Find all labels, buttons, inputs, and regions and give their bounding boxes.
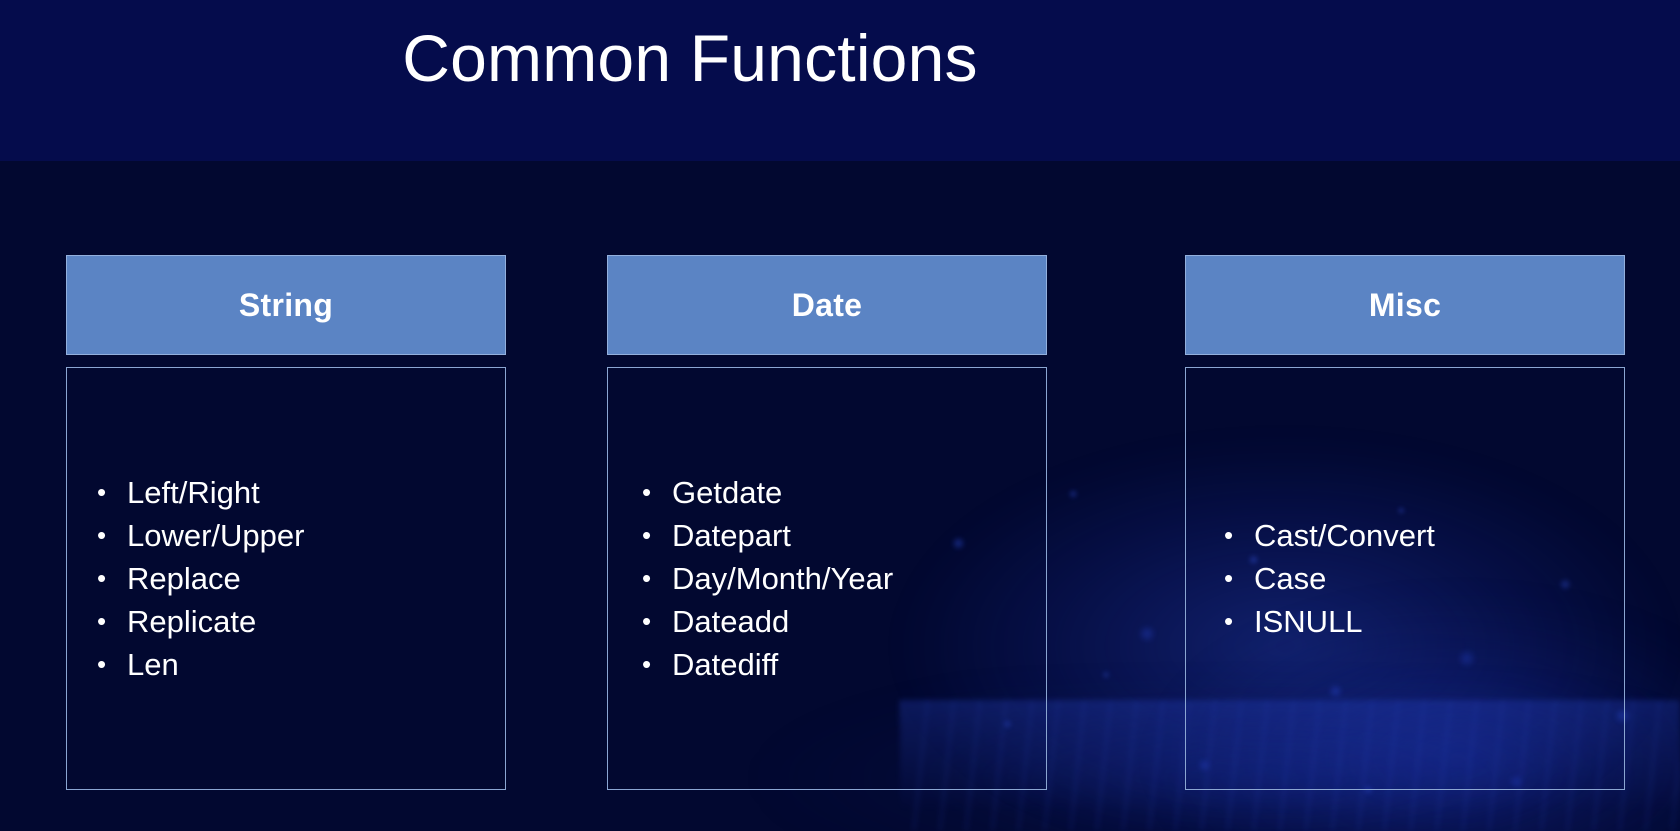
list-item-label: Replicate (127, 604, 257, 639)
column-header-string: String (66, 255, 506, 355)
list-item-label: Dateadd (672, 604, 790, 639)
list-item-label: Getdate (672, 475, 783, 510)
list-item-label: Len (127, 647, 179, 682)
list-item: • Datediff (626, 643, 1046, 686)
slide: Common Functions String • Left/Right • Low… (0, 0, 1680, 831)
bullet-icon: • (97, 606, 107, 636)
column-header-misc: Misc (1185, 255, 1625, 355)
bullet-icon: • (1224, 563, 1234, 593)
function-list-misc: • Cast/Convert • Case • ISNULL (1208, 514, 1624, 643)
title-band: Common Functions (0, 0, 1680, 161)
list-item: • Day/Month/Year (626, 557, 1046, 600)
list-item: • Getdate (626, 471, 1046, 514)
bullet-icon: • (642, 520, 652, 550)
list-item: • Case (1208, 557, 1624, 600)
list-item: • Left/Right (81, 471, 505, 514)
page-title: Common Functions (402, 21, 978, 95)
bullet-icon: • (97, 563, 107, 593)
column-header-date: Date (607, 255, 1047, 355)
bullet-icon: • (1224, 520, 1234, 550)
list-item: • Lower/Upper (81, 514, 505, 557)
list-item: • Len (81, 643, 505, 686)
list-item-label: ISNULL (1254, 604, 1363, 639)
list-item: • Replicate (81, 600, 505, 643)
list-item-label: Replace (127, 561, 241, 596)
bullet-icon: • (642, 606, 652, 636)
list-item-label: Datediff (672, 647, 779, 682)
list-item-label: Datepart (672, 518, 791, 553)
bullet-icon: • (97, 520, 107, 550)
list-item-label: Lower/Upper (127, 518, 305, 553)
bullet-icon: • (1224, 606, 1234, 636)
list-item: • ISNULL (1208, 600, 1624, 643)
column-body-string: • Left/Right • Lower/Upper • Replace • Repli… (66, 367, 506, 790)
list-item: • Datepart (626, 514, 1046, 557)
bullet-icon: • (642, 563, 652, 593)
list-item: • Replace (81, 557, 505, 600)
list-item: • Cast/Convert (1208, 514, 1624, 557)
bullet-icon: • (97, 477, 107, 507)
list-item-label: Cast/Convert (1254, 518, 1435, 553)
column-body-misc: • Cast/Convert • Case • ISNULL (1185, 367, 1625, 790)
bullet-icon: • (642, 649, 652, 679)
bullet-icon: • (642, 477, 652, 507)
list-item: • Dateadd (626, 600, 1046, 643)
list-item-label: Day/Month/Year (672, 561, 894, 596)
column-date: Date • Getdate • Datepart • Day/Month/Year … (607, 255, 1047, 790)
column-misc: Misc • Cast/Convert • Case • ISNULL (1185, 255, 1625, 790)
column-string: String • Left/Right • Lower/Upper • Replace… (66, 255, 506, 790)
list-item-label: Left/Right (127, 475, 260, 510)
function-list-string: • Left/Right • Lower/Upper • Replace • Repli… (81, 471, 505, 686)
column-body-date: • Getdate • Datepart • Day/Month/Year • Date… (607, 367, 1047, 790)
list-item-label: Case (1254, 561, 1327, 596)
bullet-icon: • (97, 649, 107, 679)
function-list-date: • Getdate • Datepart • Day/Month/Year • Date… (626, 471, 1046, 686)
